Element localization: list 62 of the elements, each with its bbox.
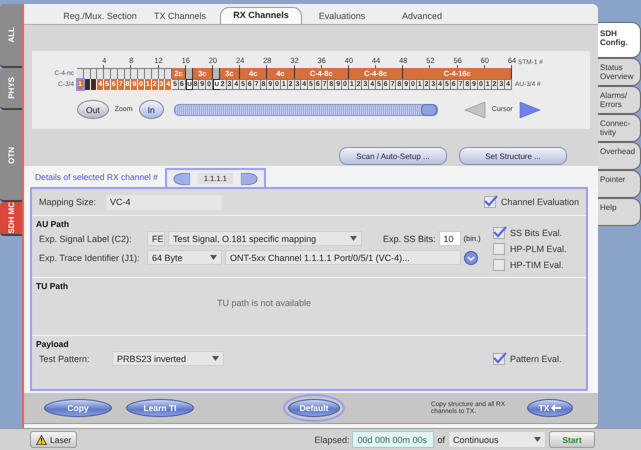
slider-thumb[interactable] [420, 104, 437, 116]
of-label: of [437, 434, 445, 444]
structure-button[interactable]: Scan / Auto-Setup ... [339, 147, 447, 165]
warning-icon [36, 434, 47, 444]
side-tab[interactable]: Overhead [598, 142, 641, 170]
zoom-out-button[interactable]: Out [77, 100, 109, 119]
checkbox[interactable] [493, 227, 505, 239]
action-button[interactable]: Copy [44, 399, 112, 417]
field-label: Test Pattern: [39, 354, 91, 364]
section-title: AU Path [36, 219, 70, 229]
elapsed-label: Elapsed: [314, 434, 350, 444]
side-tab[interactable]: Connec-tivity [598, 114, 641, 142]
structure-button[interactable]: Set Structure ... [459, 147, 567, 165]
side-tab[interactable]: Help [598, 198, 641, 226]
mapping-size-field: VC-4 [106, 194, 222, 210]
side-tab[interactable]: Alarms/ Errors [598, 86, 641, 114]
checkbox[interactable] [484, 196, 496, 208]
input-field[interactable]: FE [147, 231, 165, 246]
field-label: Exp. Trace Identifier (J1): [39, 252, 141, 262]
caret-icon [212, 356, 219, 361]
checkbox-label: HP-PLM Eval. [510, 244, 567, 254]
section-title: Payload [36, 339, 70, 349]
checkbox-label: HP-TIM Eval. [510, 260, 564, 270]
field-label: Exp. SS Bits: [383, 234, 436, 244]
side-tab[interactable]: Pointer [598, 170, 641, 198]
section-title: TU Path [36, 281, 70, 291]
next-icon[interactable] [240, 172, 259, 184]
input-field[interactable]: ONT-5xx Channel 1.1.1.1 Port/0/5/1 (VC-4)... [225, 250, 461, 265]
input-field[interactable]: 10 [438, 231, 461, 246]
duration-dropdown[interactable]: Continuous [448, 431, 546, 448]
dropdown[interactable]: 64 Byte [147, 250, 222, 265]
checkbox-label: SS Bits Eval. [510, 228, 562, 238]
elapsed-field: 00d 00h 00m 00s [352, 431, 434, 448]
previous-icon[interactable] [172, 172, 190, 184]
field-label: Exp. Signal Label (C2): [39, 234, 133, 244]
checkbox[interactable] [493, 352, 505, 364]
checkbox[interactable] [493, 259, 505, 271]
left-arrow-icon [551, 404, 562, 412]
dropdown[interactable]: Test Signal, O.181 specific mapping [168, 231, 362, 246]
slider[interactable] [174, 104, 438, 116]
checkbox[interactable] [493, 243, 505, 255]
checkbox-label: Channel Evaluation [500, 197, 579, 207]
caret-icon [534, 437, 541, 442]
dropdown[interactable]: PRBS23 inverted [112, 351, 224, 366]
tab[interactable]: Evaluations [302, 11, 382, 24]
side-tab[interactable]: Status Overview [598, 58, 641, 86]
caret-icon [210, 255, 217, 260]
zoom-in-button[interactable]: In [138, 100, 164, 119]
right-arrow-icon[interactable] [518, 102, 541, 118]
laser-button[interactable]: Laser [30, 431, 78, 448]
action-button[interactable]: Learn TI [126, 399, 194, 417]
side-tab[interactable]: SDH MC [0, 202, 22, 236]
tab[interactable]: RX Channels [220, 7, 302, 24]
checkbox-label: Pattern Eval. [510, 354, 562, 364]
field-label: Mapping Size: [39, 197, 98, 207]
caret-icon [350, 236, 357, 241]
section-label: Details of selected RX channel # [35, 172, 158, 182]
side-tab[interactable]: SDH Config. [598, 22, 641, 58]
tab[interactable]: Reg./Mux. Section [60, 11, 140, 24]
tab[interactable]: TX Channels [140, 11, 220, 24]
tab[interactable]: Advanced [382, 11, 462, 24]
empty-message: TU path is not available [216, 298, 312, 308]
